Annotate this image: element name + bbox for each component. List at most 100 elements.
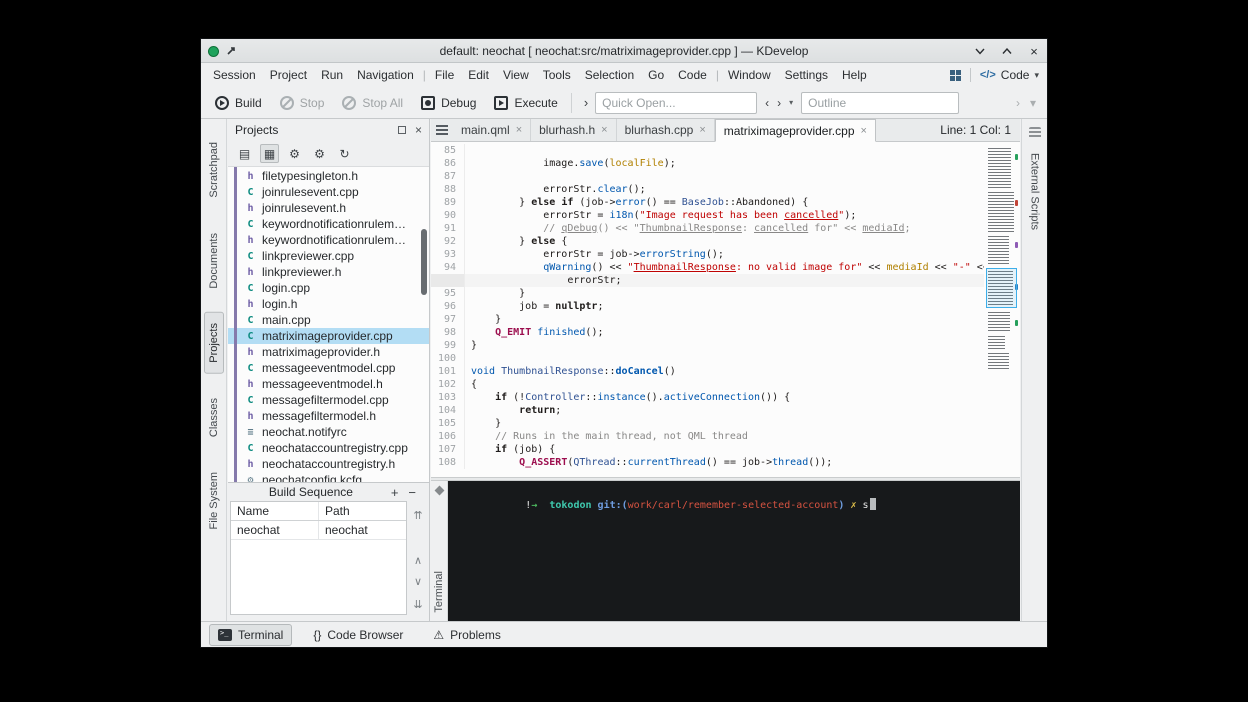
code-line[interactable]: 107 if (job) { xyxy=(431,443,984,456)
code-line[interactable]: 94 qWarning() << "ThumbnailResponse: no … xyxy=(431,261,984,274)
add-build-item-button[interactable]: + xyxy=(386,485,404,500)
code-line[interactable]: 104 return; xyxy=(431,404,984,417)
document-list-icon[interactable] xyxy=(431,119,453,141)
tree-item[interactable]: hneochataccountregistry.h xyxy=(228,456,429,472)
close-button[interactable]: × xyxy=(1027,44,1041,58)
reload-project-button[interactable]: ↻ xyxy=(335,144,354,163)
tree-item[interactable]: hlinkpreviewer.h xyxy=(228,264,429,280)
code-line[interactable]: 88 errorStr.clear(); xyxy=(431,183,984,196)
code-line[interactable]: 85 xyxy=(431,144,984,157)
maximize-button[interactable] xyxy=(1000,44,1014,58)
statusbar-tab-terminal[interactable]: Terminal xyxy=(209,624,292,646)
editor-tab-blurhash-h[interactable]: blurhash.h× xyxy=(531,119,616,141)
titlebar[interactable]: default: neochat [ neochat:src/matrixima… xyxy=(201,39,1047,63)
tree-item[interactable]: Ckeywordnotificationrulem… xyxy=(228,216,429,232)
dock-tab-external-scripts[interactable]: External Scripts xyxy=(1026,145,1044,238)
terminal-panel-icon[interactable] xyxy=(434,486,444,496)
editor-tab-matriximageprovider-cpp[interactable]: matriximageprovider.cpp× xyxy=(715,119,876,142)
toolbar-dropdown-icon[interactable]: ▾ xyxy=(1025,96,1041,110)
minimize-button[interactable] xyxy=(973,44,987,58)
tree-item[interactable]: Cmessageeventmodel.cpp xyxy=(228,360,429,376)
tree-item[interactable]: Cmessagefiltermodel.cpp xyxy=(228,392,429,408)
float-panel-icon[interactable] xyxy=(398,126,406,134)
code-line[interactable]: 92 } else { xyxy=(431,235,984,248)
dock-tab-documents[interactable]: Documents xyxy=(204,222,224,300)
execute-button[interactable]: Execute xyxy=(486,92,565,114)
editor-tab-main-qml[interactable]: main.qml× xyxy=(453,119,531,141)
tree-item[interactable]: hfiletypesingleton.h xyxy=(228,168,429,184)
menu-selection[interactable]: Selection xyxy=(578,65,641,85)
quick-open-input[interactable] xyxy=(595,92,757,114)
session-grid-icon[interactable] xyxy=(950,70,961,81)
move-top-button[interactable]: ⇈ xyxy=(413,511,422,522)
terminal-output[interactable]: !→ tokodon git:(work/carl/remember-selec… xyxy=(448,481,1020,621)
menu-run[interactable]: Run xyxy=(314,65,350,85)
tree-item[interactable]: Cmain.cpp xyxy=(228,312,429,328)
back-button[interactable]: ‹ xyxy=(761,96,773,110)
build-set-settings-button[interactable]: ⚙ xyxy=(285,144,304,163)
project-filter-button[interactable]: ▤ xyxy=(235,144,254,163)
forward-button[interactable]: › xyxy=(773,96,785,110)
tab-close-icon[interactable]: × xyxy=(861,125,867,137)
code-editor[interactable]: 8586 image.save(localFile);8788 errorStr… xyxy=(431,142,1020,477)
menu-settings[interactable]: Settings xyxy=(778,65,835,85)
toolbar-overflow-button[interactable]: › xyxy=(577,95,595,110)
tree-item[interactable]: hmatriximageprovider.h xyxy=(228,344,429,360)
move-bottom-button[interactable]: ⇊ xyxy=(413,600,422,611)
outline-input[interactable] xyxy=(801,92,959,114)
menu-view[interactable]: View xyxy=(496,65,536,85)
dock-tab-file-system[interactable]: File System xyxy=(204,461,224,540)
statusbar-tab-code-browser[interactable]: {}Code Browser xyxy=(304,624,412,646)
minimap-viewport[interactable] xyxy=(986,268,1017,308)
build-button[interactable]: Build xyxy=(207,92,270,114)
code-line[interactable]: 95 } xyxy=(431,287,984,300)
menu-code[interactable]: Code xyxy=(671,65,714,85)
tab-close-icon[interactable]: × xyxy=(516,124,522,136)
dock-tab-classes[interactable]: Classes xyxy=(204,387,224,448)
menu-session[interactable]: Session xyxy=(206,65,263,85)
tree-item[interactable]: hmessagefiltermodel.h xyxy=(228,408,429,424)
table-row[interactable]: neochatneochat xyxy=(231,521,406,540)
tree-item[interactable]: Cmatriximageprovider.cpp xyxy=(228,328,429,344)
code-line[interactable]: 102{ xyxy=(431,378,984,391)
dock-tab-projects[interactable]: Projects xyxy=(204,312,224,374)
tree-item[interactable]: hkeywordnotificationrulem… xyxy=(228,232,429,248)
code-line[interactable]: 97 } xyxy=(431,313,984,326)
code-line[interactable]: 108 Q_ASSERT(QThread::currentThread() ==… xyxy=(431,456,984,469)
tree-item[interactable]: ⚙neochatconfig.kcfg xyxy=(228,472,429,482)
code-line[interactable]: 106 // Runs in the main thread, not QML … xyxy=(431,430,984,443)
tree-item[interactable]: Cjoinrulesevent.cpp xyxy=(228,184,429,200)
code-line[interactable]: 103 if (!Controller::instance().activeCo… xyxy=(431,391,984,404)
tree-item[interactable]: hmessageeventmodel.h xyxy=(228,376,429,392)
project-settings-button[interactable]: ⚙ xyxy=(310,144,329,163)
tree-item[interactable]: Cneochataccountregistry.cpp xyxy=(228,440,429,456)
tree-item[interactable]: ≡neochat.notifyrc xyxy=(228,424,429,440)
code-line[interactable]: 87 xyxy=(431,170,984,183)
code-line[interactable]: 96 job = nullptr; xyxy=(431,300,984,313)
code-line[interactable]: 86 image.save(localFile); xyxy=(431,157,984,170)
targets-view-button[interactable]: ▦ xyxy=(260,144,279,163)
code-line[interactable]: 91 // qDebug() << "ThumbnailResponse: ca… xyxy=(431,222,984,235)
menu-project[interactable]: Project xyxy=(263,65,314,85)
editor-tab-blurhash-cpp[interactable]: blurhash.cpp× xyxy=(617,119,715,141)
code-line[interactable]: 105 } xyxy=(431,417,984,430)
code-line[interactable]: 101void ThumbnailResponse::doCancel() xyxy=(431,365,984,378)
code-line[interactable]: 99} xyxy=(431,339,984,352)
statusbar-tab-problems[interactable]: ⚠Problems xyxy=(424,624,509,646)
tree-item[interactable]: hlogin.h xyxy=(228,296,429,312)
code-selector[interactable]: </> Code ▾ xyxy=(980,68,1039,82)
code-line[interactable]: 93 errorStr = job->errorString(); xyxy=(431,248,984,261)
projects-scrollbar[interactable] xyxy=(421,229,427,295)
tree-item[interactable]: Clogin.cpp xyxy=(228,280,429,296)
tab-close-icon[interactable]: × xyxy=(601,124,607,136)
minimap-scrollbar[interactable] xyxy=(986,144,1019,475)
menu-navigation[interactable]: Navigation xyxy=(350,65,421,85)
menu-go[interactable]: Go xyxy=(641,65,671,85)
tab-close-icon[interactable]: × xyxy=(699,124,705,136)
move-down-button[interactable]: ∨ xyxy=(414,577,422,588)
menu-tools[interactable]: Tools xyxy=(536,65,578,85)
dock-tab-scratchpad[interactable]: Scratchpad xyxy=(204,131,224,209)
menu-help[interactable]: Help xyxy=(835,65,874,85)
code-line[interactable]: errorStr; xyxy=(431,274,984,287)
code-line[interactable]: 100 xyxy=(431,352,984,365)
